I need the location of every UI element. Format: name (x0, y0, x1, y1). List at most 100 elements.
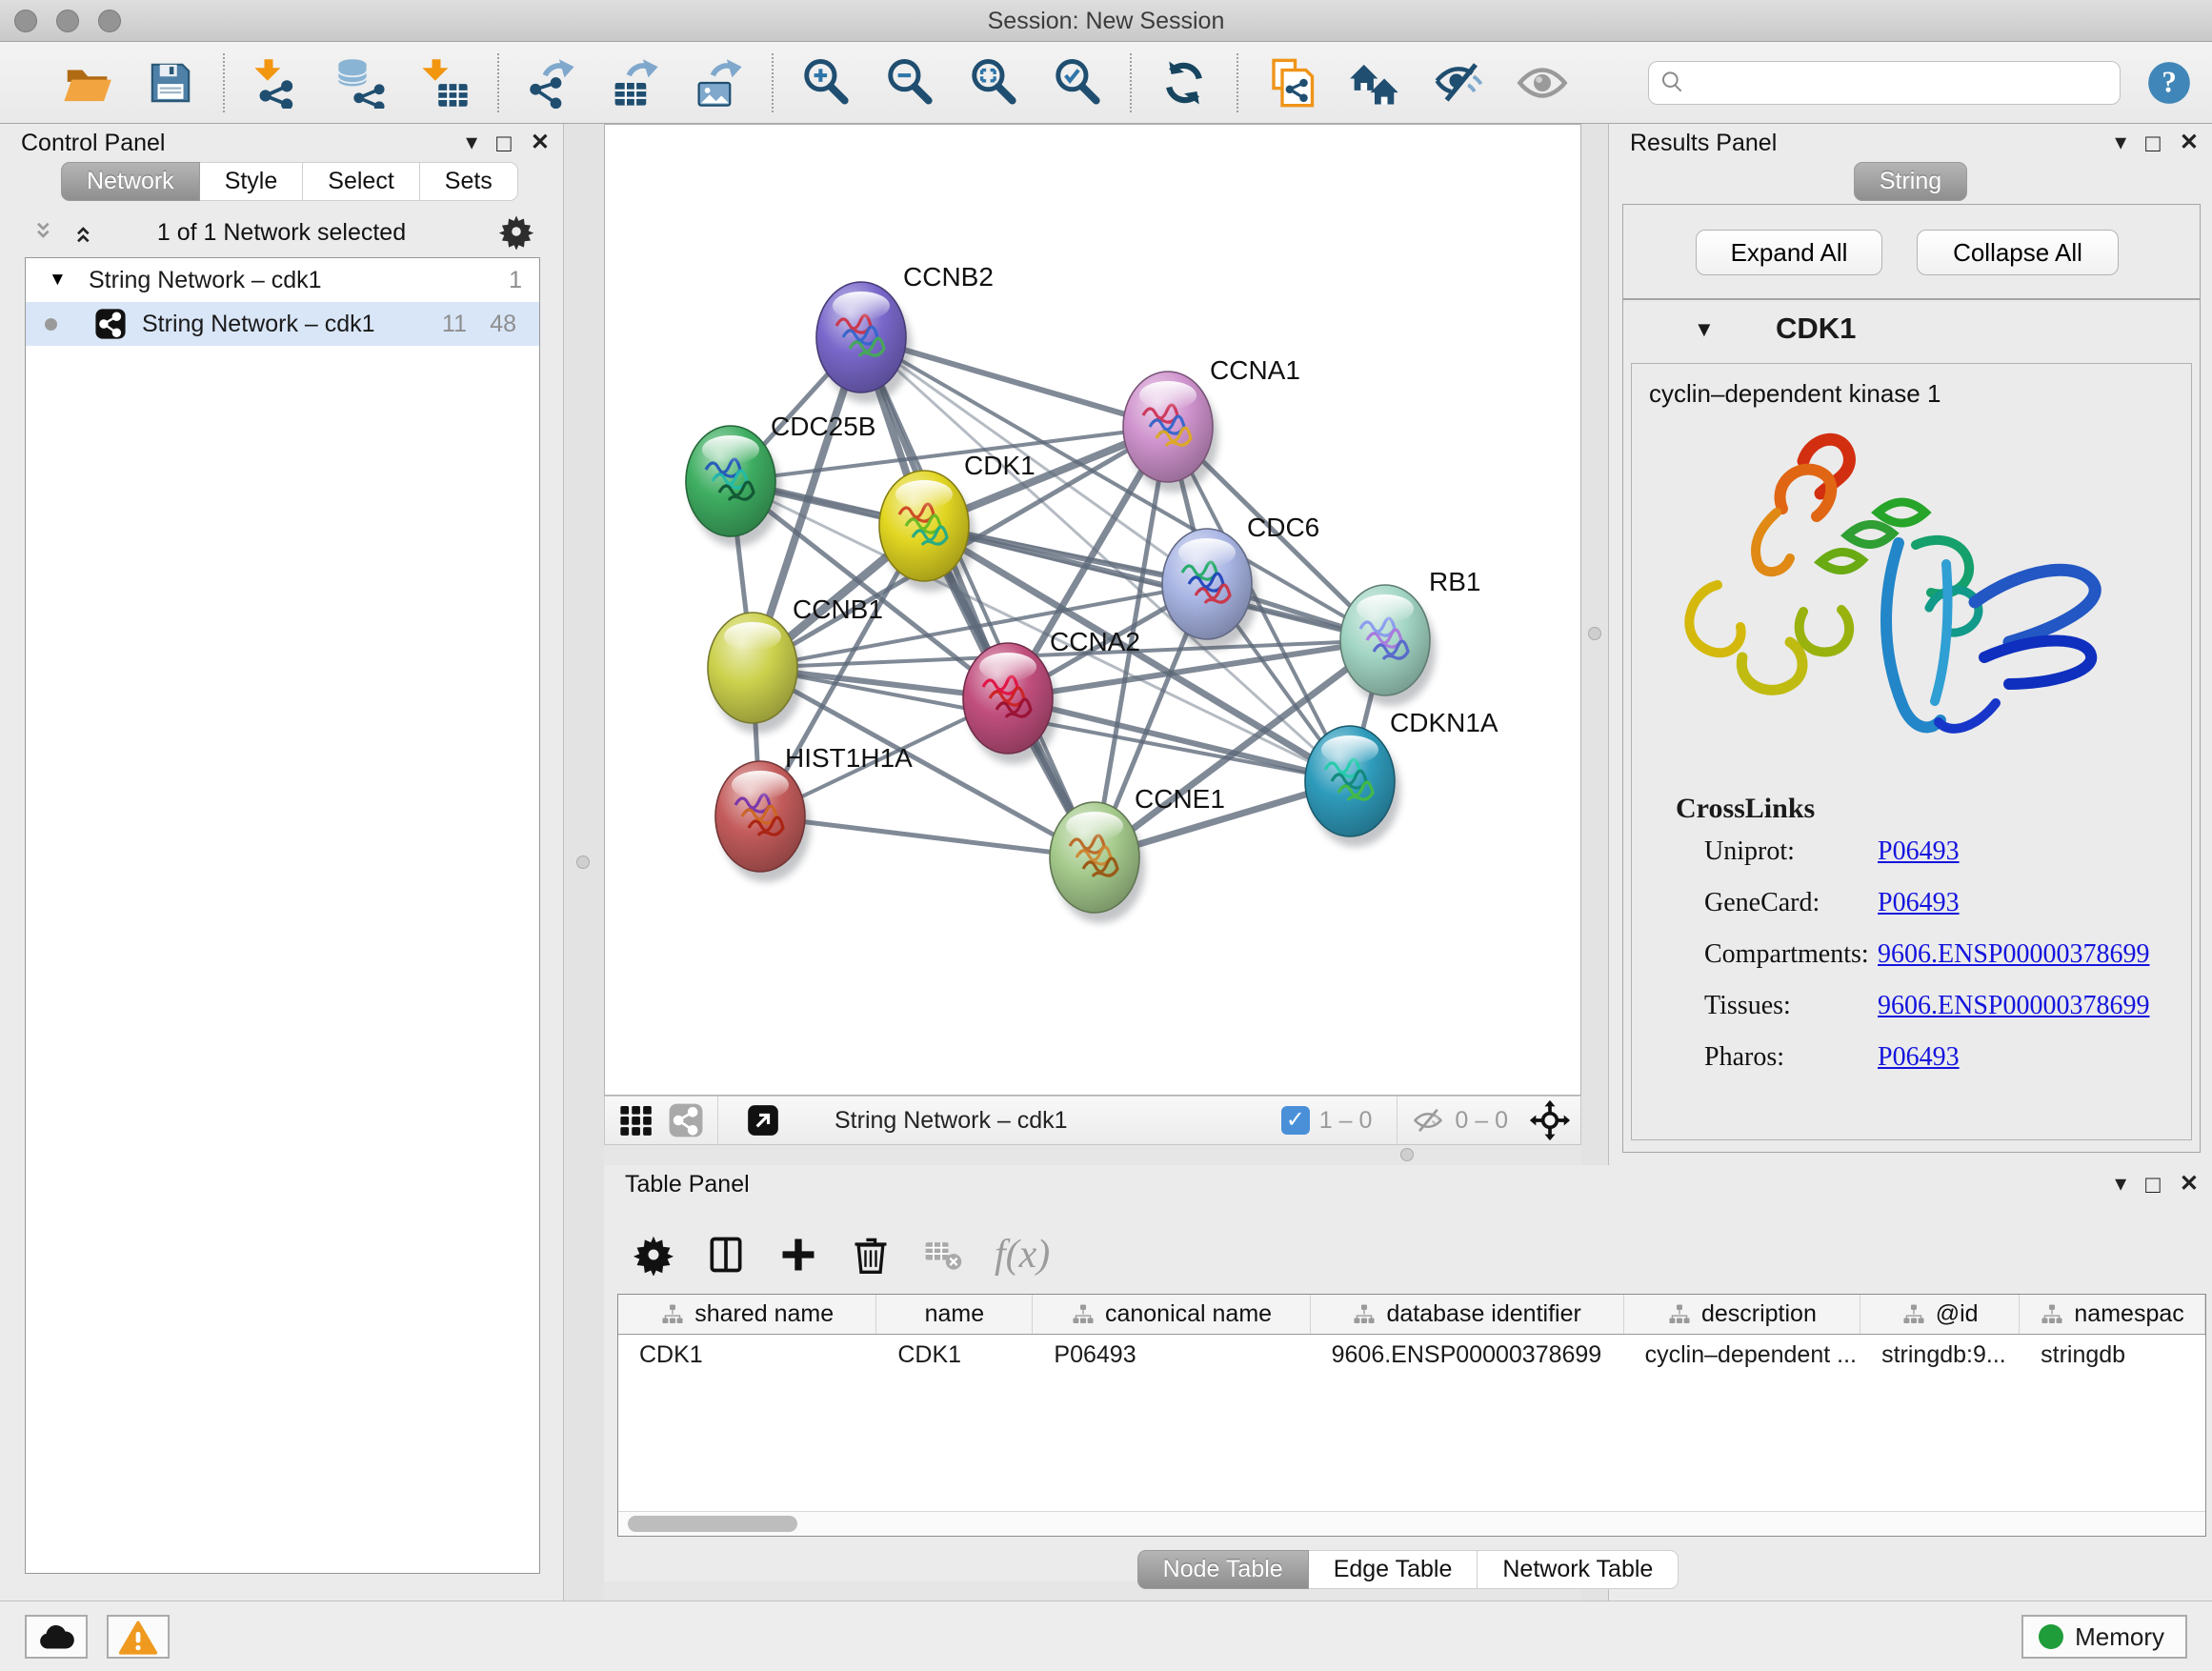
maximize-panel-icon[interactable]: □ (496, 128, 512, 158)
network-node-cdkn1a[interactable] (1305, 726, 1400, 847)
network-node-rb1[interactable] (1340, 585, 1436, 706)
table-cell[interactable]: CDK1 (876, 1335, 1033, 1375)
table-hscrollbar[interactable] (618, 1511, 2205, 1536)
export-image-button[interactable] (692, 55, 747, 111)
network-node-ccna2[interactable] (963, 643, 1058, 764)
memory-button[interactable]: Memory (2021, 1615, 2187, 1659)
detach-view-icon[interactable] (745, 1102, 781, 1138)
table-cell[interactable]: stringdb (2020, 1335, 2205, 1375)
close-panel-icon[interactable]: ✕ (2180, 1169, 2199, 1199)
show-columns-icon[interactable] (705, 1234, 747, 1276)
tab-network[interactable]: Network (61, 162, 200, 201)
network-node-ccnb2[interactable] (816, 282, 912, 403)
collapse-all-button[interactable]: Collapse All (1917, 230, 2119, 275)
memory-label: Memory (2075, 1622, 2164, 1652)
float-panel-icon[interactable]: ▾ (2115, 1169, 2126, 1199)
crosslink-link[interactable]: P06493 (1878, 836, 1960, 867)
left-splitter[interactable] (565, 124, 604, 1601)
float-panel-icon[interactable]: ▾ (466, 128, 477, 158)
save-session-button[interactable] (143, 55, 198, 111)
column-header-name[interactable]: name (876, 1295, 1033, 1334)
tab-style[interactable]: Style (200, 162, 304, 201)
network-node-ccne1[interactable] (1050, 802, 1145, 923)
duplicate-network-button[interactable] (1263, 55, 1318, 111)
column-header-description[interactable]: description (1624, 1295, 1861, 1334)
close-panel-icon[interactable]: ✕ (2180, 128, 2199, 158)
close-panel-icon[interactable]: ✕ (531, 128, 550, 158)
column-header-shared-name[interactable]: shared name (618, 1295, 876, 1334)
crosslinks-section: CrossLinks Uniprot:P06493GeneCard:P06493… (1632, 793, 2191, 1082)
tab-node-table[interactable]: Node Table (1137, 1550, 1309, 1589)
tab-string[interactable]: String (1854, 162, 1967, 201)
birdseye-view-icon[interactable] (618, 1102, 654, 1138)
network-node-cdk1[interactable] (879, 471, 975, 592)
export-network-button[interactable] (524, 55, 579, 111)
column-header--id[interactable]: @id (1860, 1295, 2020, 1334)
network-list-toolbar: 1 of 1 Network selected (25, 211, 538, 253)
main-toolbar: ? (0, 42, 2212, 124)
tab-edge-table[interactable]: Edge Table (1309, 1550, 1478, 1589)
add-column-icon[interactable] (777, 1234, 819, 1276)
import-network-button[interactable] (250, 55, 305, 111)
float-panel-icon[interactable]: ▾ (2115, 128, 2126, 158)
gene-header[interactable]: ▼ CDK1 (1623, 300, 2200, 361)
selected-checkbox-icon[interactable]: ✓ (1281, 1106, 1310, 1135)
tab-network-table[interactable]: Network Table (1478, 1550, 1679, 1589)
help-button[interactable]: ? (2145, 59, 2193, 107)
crosslink-link[interactable]: 9606.ENSP00000378699 (1878, 939, 2149, 970)
hidden-count: 0 – 0 (1455, 1107, 1508, 1135)
first-neighbors-button[interactable] (1347, 55, 1402, 111)
column-header-namespac[interactable]: namespac (2020, 1295, 2205, 1334)
maximize-panel-icon[interactable]: □ (2145, 128, 2161, 158)
maximize-panel-icon[interactable]: □ (2145, 1169, 2161, 1199)
zoom-fit-button[interactable] (966, 55, 1021, 111)
network-node-cdc6[interactable] (1162, 529, 1257, 650)
zoom-in-button[interactable] (798, 55, 854, 111)
network-node-ccnb1[interactable] (708, 613, 803, 734)
node-label-cdk1: CDK1 (964, 451, 1036, 480)
collapse-gene-icon[interactable]: ▼ (1694, 317, 1715, 342)
delete-column-icon[interactable] (850, 1234, 892, 1276)
crosslink-link[interactable]: P06493 (1878, 1042, 1960, 1073)
network-options-gear-icon[interactable] (498, 213, 534, 250)
tab-select[interactable]: Select (303, 162, 419, 201)
export-table-button[interactable] (608, 55, 663, 111)
selected-count: 1 – 0 (1319, 1107, 1373, 1135)
import-network-from-database-button[interactable] (333, 55, 389, 111)
warnings-button[interactable] (107, 1615, 170, 1659)
refresh-button[interactable] (1156, 55, 1212, 111)
results-panel-title: Results Panel (1630, 130, 1777, 157)
network-row[interactable]: String Network – cdk1 11 48 (26, 302, 539, 346)
open-session-button[interactable] (59, 55, 114, 111)
network-node-hist1h1a[interactable] (715, 761, 811, 882)
refresh-icon (1158, 57, 1210, 109)
column-header-canonical-name[interactable]: canonical name (1033, 1295, 1310, 1334)
network-canvas[interactable]: CCNB2CCNA1CDC25BCDK1CDC6RB1CCNB1CCNA2CDK… (604, 124, 1581, 1096)
table-cell[interactable]: 9606.ENSP00000378699 (1311, 1335, 1624, 1375)
column-header-database-identifier[interactable]: database identifier (1311, 1295, 1624, 1334)
network-edge[interactable] (861, 337, 1095, 857)
zoom-out-button[interactable] (882, 55, 937, 111)
zoom-selected-button[interactable] (1050, 55, 1105, 111)
hscrollbar-thumb[interactable] (628, 1516, 797, 1532)
show-all-button[interactable] (1515, 55, 1570, 111)
search-input[interactable] (1648, 61, 2121, 105)
table-cell[interactable]: P06493 (1033, 1335, 1310, 1375)
import-table-button[interactable] (417, 55, 473, 111)
network-collection-row[interactable]: ▼ String Network – cdk1 1 (26, 258, 539, 302)
cloud-status-button[interactable] (25, 1615, 88, 1659)
table-cell[interactable]: stringdb:9... (1860, 1335, 2020, 1375)
table-cell[interactable]: cyclin–dependent ... (1624, 1335, 1861, 1375)
table-options-gear-icon[interactable] (633, 1234, 674, 1276)
expand-all-button[interactable]: Expand All (1696, 230, 1882, 275)
node-table[interactable]: shared namenamecanonical namedatabase id… (617, 1294, 2206, 1537)
collapse-arrow-icon[interactable]: ▼ (49, 258, 67, 302)
table-cell[interactable]: CDK1 (618, 1335, 876, 1375)
tab-sets[interactable]: Sets (420, 162, 518, 201)
crosslink-link[interactable]: 9606.ENSP00000378699 (1878, 991, 2149, 1021)
table-row[interactable]: CDK1CDK1P064939606.ENSP00000378699cyclin… (618, 1335, 2205, 1375)
crosslink-link[interactable]: P06493 (1878, 888, 1960, 918)
hide-selected-button[interactable] (1431, 55, 1486, 111)
pan-mode-icon[interactable] (1529, 1099, 1571, 1141)
bottom-splitter[interactable] (604, 1145, 1581, 1165)
